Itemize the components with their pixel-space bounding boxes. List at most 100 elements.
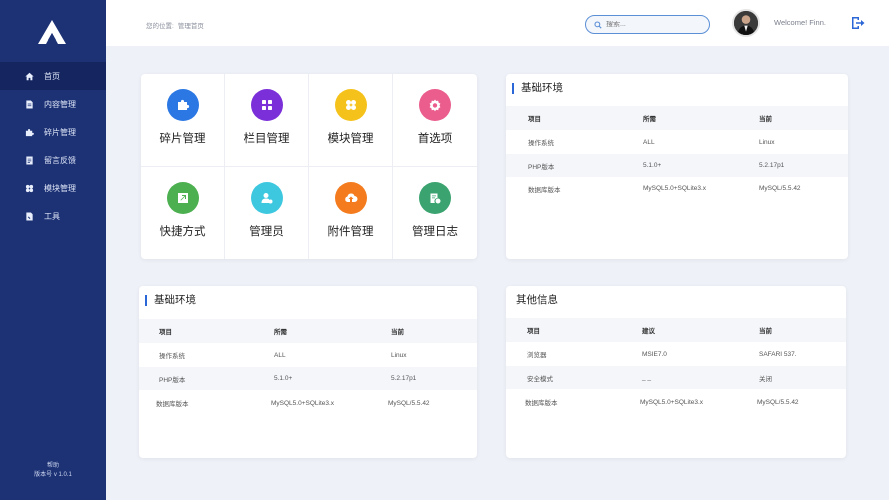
home-icon xyxy=(24,71,34,81)
puzzle-icon xyxy=(166,89,199,121)
search-box[interactable] xyxy=(585,15,710,34)
table-row: 操作系统 ALL Linux xyxy=(139,343,477,367)
table-cell: PHP版本 xyxy=(159,376,186,384)
modules-icon xyxy=(24,183,34,193)
welcome-text: Welcome! Finn. xyxy=(774,18,826,27)
breadcrumb-prefix: 您的位置: xyxy=(146,23,174,30)
table-cell: Linux xyxy=(759,138,775,146)
sidebar-item-label: 工具 xyxy=(44,211,60,221)
sidebar-item-feedback[interactable]: 留言反馈 xyxy=(0,146,106,174)
table-cell: MySQL5.0+SQLite3.x xyxy=(643,185,707,192)
table-cell: 5.2.17p1 xyxy=(759,162,785,169)
shortcut-icon xyxy=(166,181,199,214)
logout-icon[interactable] xyxy=(851,16,865,30)
table-row: 浏览器 MSIE7.0 SAFARI 537. xyxy=(506,342,846,366)
panel-title: 基础环境 xyxy=(145,295,196,306)
message-icon xyxy=(24,155,34,165)
tile-admins[interactable]: 管理员 xyxy=(225,166,309,259)
table-cell: ALL xyxy=(274,351,286,359)
other-info-panel: 其他信息 项目 建议 当前 浏览器 MSIE7.0 SAFARI 537. 安全… xyxy=(506,286,846,458)
sidebar-item-fragments[interactable]: 碎片管理 xyxy=(0,118,106,146)
tile-fragments[interactable]: 碎片管理 xyxy=(141,74,225,167)
search-input[interactable] xyxy=(606,21,701,28)
table-cell: Linux xyxy=(391,351,407,359)
tile-shortcuts[interactable]: 快捷方式 xyxy=(141,166,225,259)
tile-label: 首选项 xyxy=(417,133,453,145)
sidebar-item-home[interactable]: 首页 xyxy=(0,62,106,90)
table-header: 项目 建议 当前 xyxy=(506,318,846,342)
sidebar-item-label: 首页 xyxy=(44,71,60,81)
tile-label: 模块管理 xyxy=(327,133,374,145)
tile-preferences[interactable]: 首选项 xyxy=(393,74,477,167)
tile-label: 快捷方式 xyxy=(159,225,206,238)
tile-label: 管理日志 xyxy=(412,225,458,238)
log-icon xyxy=(419,181,451,214)
admin-icon xyxy=(250,181,283,214)
table-cell: 关闭 xyxy=(759,375,772,383)
tile-label: 管理员 xyxy=(249,225,284,238)
quick-tiles-panel: 碎片管理 栏目管理 模块管理 首选项 快捷方式 管理员 附件管理 管理日志 xyxy=(141,74,477,259)
grid-icon xyxy=(250,89,283,121)
table-row: 数据库版本 MySQL5.0+SQLite3.x MySQL/5.5.42 xyxy=(506,177,848,200)
table-cell: MySQL5.0+SQLite3.x xyxy=(640,398,704,406)
table-row: 数据库版本 MySQL5.0+SQLite3.x MySQL/5.5.42 xyxy=(139,390,477,416)
table-cell: 数据库版本 xyxy=(156,401,189,408)
sidebar-item-label: 留言反馈 xyxy=(44,155,76,165)
tile-label: 碎片管理 xyxy=(159,133,206,145)
col-header: 当前 xyxy=(759,328,772,335)
sidebar-item-content[interactable]: 内容管理 xyxy=(0,90,106,118)
sidebar-item-label: 模块管理 xyxy=(44,183,76,193)
tile-logs[interactable]: 管理日志 xyxy=(393,167,477,260)
table-cell: 操作系统 xyxy=(528,140,554,147)
version-label: 版本号 v 1.0.1 xyxy=(34,472,72,478)
col-header: 项目 xyxy=(527,328,540,335)
modules-icon xyxy=(334,89,367,121)
sidebar-nav: 首页 内容管理 碎片管理 留言反馈 模块管理 工具 xyxy=(0,62,106,230)
table-cell: SAFARI 537. xyxy=(759,350,797,358)
table-cell: 安全模式 xyxy=(527,375,553,383)
table-cell: 数据库版本 xyxy=(525,400,558,407)
cloud-upload-icon xyxy=(334,181,367,214)
table-row: PHP版本 5.1.0+ 5.2.17p1 xyxy=(506,154,848,177)
app-logo[interactable] xyxy=(38,20,66,44)
breadcrumb-current[interactable]: 管理首页 xyxy=(178,23,204,30)
sidebar-item-label: 内容管理 xyxy=(44,99,76,109)
table-cell: 5.1.0+ xyxy=(274,375,293,382)
help-link[interactable]: 帮助 xyxy=(0,462,106,471)
table-cell: _ _ xyxy=(642,374,652,381)
top-header: 您的位置: 管理首页 Welcome! Finn. xyxy=(106,0,889,46)
env-panel-top: 基础环境 项目 所需 当前 操作系统 ALL Linux PHP版本 5.1.0… xyxy=(506,74,848,259)
table-cell: MySQL/5.5.42 xyxy=(759,185,801,192)
table-cell: 数据库版本 xyxy=(528,186,561,194)
table-row: 数据库版本 MySQL5.0+SQLite3.x MySQL/5.5.42 xyxy=(506,389,846,415)
table-cell: MySQL/5.5.42 xyxy=(388,399,430,407)
col-header: 当前 xyxy=(759,116,772,123)
settings-icon xyxy=(419,89,451,121)
col-header: 项目 xyxy=(159,329,172,336)
table-cell: 5.1.0+ xyxy=(643,162,662,169)
avatar[interactable] xyxy=(732,9,760,37)
tile-columns[interactable]: 栏目管理 xyxy=(225,74,309,167)
breadcrumb: 您的位置: 管理首页 xyxy=(146,20,208,30)
table-row: 操作系统 ALL Linux xyxy=(506,130,848,154)
sidebar: 首页 内容管理 碎片管理 留言反馈 模块管理 工具 帮助 版本号 v 1.0.1 xyxy=(0,0,106,500)
sidebar-item-tools[interactable]: 工具 xyxy=(0,202,106,230)
panel-title: 基础环境 xyxy=(512,83,563,94)
sidebar-item-label: 碎片管理 xyxy=(44,127,76,137)
table-row: 安全模式 _ _ 关闭 xyxy=(506,366,846,389)
tile-modules[interactable]: 模块管理 xyxy=(309,74,393,167)
env-table: 项目 所需 当前 操作系统 ALL Linux PHP版本 5.1.0+ 5.2… xyxy=(506,106,848,200)
other-info-table: 项目 建议 当前 浏览器 MSIE7.0 SAFARI 537. 安全模式 _ … xyxy=(506,318,846,415)
table-cell: 浏览器 xyxy=(527,352,547,359)
env-table: 项目 所需 当前 操作系统 ALL Linux PHP版本 5.1.0+ 5.2… xyxy=(139,319,477,416)
tile-attachments[interactable]: 附件管理 xyxy=(309,166,393,259)
sidebar-item-modules[interactable]: 模块管理 xyxy=(0,174,106,202)
document-icon xyxy=(24,99,34,109)
tool-icon xyxy=(24,211,34,221)
env-panel-bottom: 基础环境 项目 所需 当前 操作系统 ALL Linux PHP版本 5.1.0… xyxy=(139,286,477,458)
tile-label: 栏目管理 xyxy=(243,133,290,145)
table-cell: MSIE7.0 xyxy=(642,350,667,358)
table-cell: PHP版本 xyxy=(528,163,555,171)
col-header: 建议 xyxy=(642,328,655,335)
table-row: PHP版本 5.1.0+ 5.2.17p1 xyxy=(139,367,477,390)
